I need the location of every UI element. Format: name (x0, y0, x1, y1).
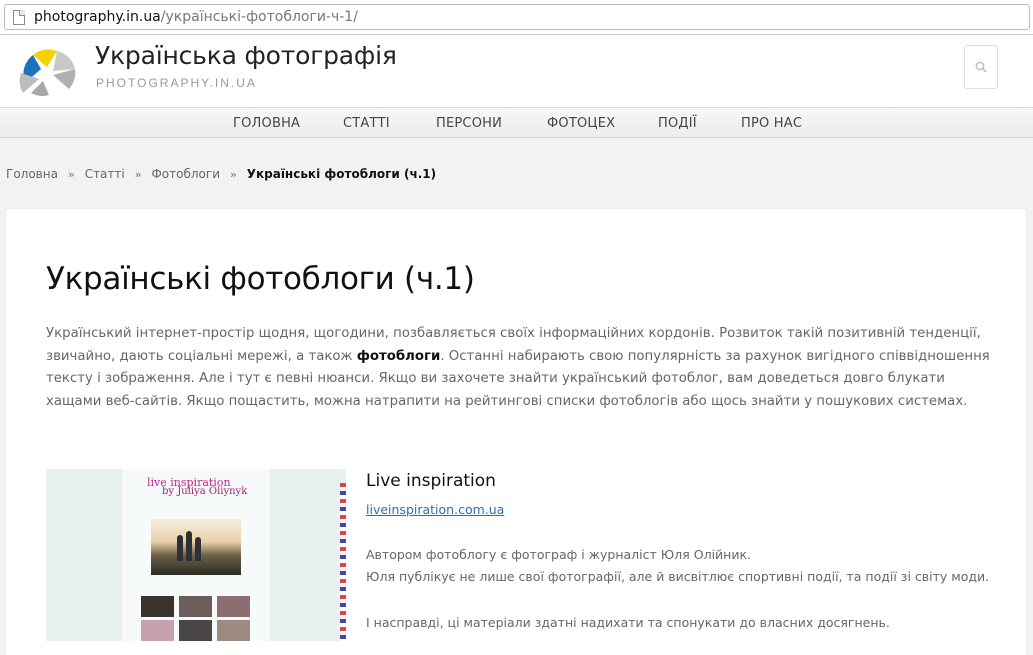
site-logo[interactable] (11, 43, 81, 97)
breadcrumb-separator: » (67, 167, 75, 181)
site-tagline: PHOTOGRAPHY.IN.UA (96, 76, 257, 90)
blog-description-line-3: І насправді, ці матеріали здатні надихат… (366, 615, 890, 630)
aperture-logo-icon (19, 49, 76, 96)
blog-title: Live inspiration (366, 471, 496, 491)
nav-item-photoshop[interactable]: ФОТОЦЕХ (547, 116, 615, 131)
breadcrumb-articles[interactable]: Статті (85, 167, 125, 181)
browser-url-bar: photography.in.ua/українські-фотоблоги-ч… (0, 0, 1033, 35)
nav-item-about[interactable]: ПРО НАС (741, 116, 802, 131)
thumbnail-subtitle: by Juliya Oliynyk (162, 486, 248, 497)
main-nav: ГОЛОВНА СТАТТІ ПЕРСОНИ ФОТОЦЕХ ПОДІЇ ПРО… (0, 107, 1033, 138)
breadcrumb-home[interactable]: Головна (6, 167, 58, 181)
site-header: Українська фотографія PHOTOGRAPHY.IN.UA (0, 35, 1033, 107)
breadcrumb: Головна » Статті » Фотоблоги » Українськ… (6, 167, 436, 181)
thumbnail-page: live inspiration by Juliya Oliynyk (122, 469, 270, 641)
url-domain: photography.in.ua (34, 9, 161, 25)
blog-description-line-2: Юля публікує не лише свої фотографії, ал… (366, 569, 990, 584)
nav-item-articles[interactable]: СТАТТІ (343, 116, 390, 131)
breadcrumb-current: Українські фотоблоги (ч.1) (246, 167, 437, 181)
nav-item-events[interactable]: ПОДІЇ (658, 116, 697, 131)
thumbnail-photo (151, 519, 241, 575)
thumbnail-stripe (340, 483, 346, 641)
article-title: Українські фотоблоги (ч.1) (46, 261, 475, 297)
breadcrumb-photoblogs[interactable]: Фотоблоги (151, 167, 220, 181)
site-title[interactable]: Українська фотографія (95, 41, 397, 70)
address-field[interactable]: photography.in.ua/українські-фотоблоги-ч… (4, 4, 1030, 30)
blog-description-line-1: Автором фотоблогу є фотограф і журналіст… (366, 547, 751, 562)
nav-item-home[interactable]: ГОЛОВНА (233, 116, 300, 131)
blog-thumbnail[interactable]: live inspiration by Juliya Oliynyk (46, 469, 346, 641)
breadcrumb-separator: » (230, 167, 237, 181)
article-intro: Український інтернет-простір щодня, щого… (46, 323, 991, 413)
blog-link[interactable]: liveinspiration.com.ua (366, 502, 504, 517)
breadcrumb-separator: » (134, 167, 142, 181)
nav-item-persons[interactable]: ПЕРСОНИ (436, 116, 502, 131)
thumbnail-grid (141, 596, 251, 641)
search-icon (975, 61, 987, 73)
page-icon (13, 9, 25, 25)
search-button[interactable] (964, 45, 998, 89)
article-card: Українські фотоблоги (ч.1) Український і… (6, 209, 1026, 655)
url-path: /українські-фотоблоги-ч-1/ (160, 9, 358, 25)
intro-bold-link[interactable]: фотоблоги (357, 349, 441, 364)
